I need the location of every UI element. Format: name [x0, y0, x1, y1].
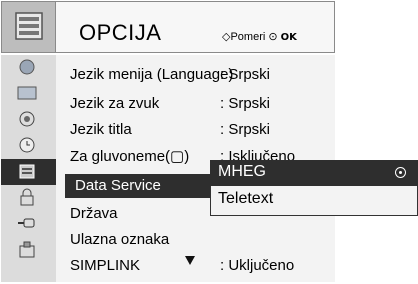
ok-icon: ⊙: [268, 31, 278, 43]
option-menu-icon: [1, 1, 56, 53]
hint-ok-label: OK: [280, 32, 297, 43]
menu-item-value: : Uključeno: [220, 257, 295, 274]
popup-option-label: MHEG: [218, 163, 266, 180]
popup-option-selected[interactable]: MHEG: [210, 160, 418, 186]
menu-item-label[interactable]: Jezik menija (Language): [70, 66, 233, 84]
sidebar-item-lock[interactable]: [1, 185, 56, 211]
lock-icon: [20, 188, 34, 206]
picture-icon: [19, 59, 35, 75]
menu-item-label[interactable]: Jezik titla: [70, 121, 132, 139]
menu-item-value: : Srpski: [220, 121, 271, 138]
tv-options-menu: OPCIJA ◇Pomeri ⊙ OK Jezik menija (Langua…: [0, 0, 418, 284]
sidebar-item-option[interactable]: [1, 159, 56, 185]
popup-option-label[interactable]: Teletext: [218, 190, 273, 208]
page-title: OPCIJA: [79, 20, 162, 45]
sidebar-item-screen[interactable]: [1, 81, 56, 107]
menu-item-value: : Srpski: [220, 95, 271, 112]
option-icon: [19, 164, 35, 179]
time-icon: [19, 137, 35, 153]
menu-item-label[interactable]: SIMPLINK: [70, 257, 140, 275]
radio-selected-icon: [395, 167, 406, 178]
sidebar-item-audio[interactable]: [1, 107, 56, 133]
audio-icon: [19, 111, 35, 127]
input-icon: [18, 218, 35, 228]
menu-item-label[interactable]: Država: [70, 205, 118, 223]
menu-item-label[interactable]: Za gluvoneme(▢): [70, 148, 189, 166]
menu-item-label[interactable]: Jezik za zvuk: [70, 95, 159, 113]
sidebar-item-picture[interactable]: [1, 55, 56, 81]
menu-icon-column: [1, 55, 56, 282]
menu-item-value: : Srpski: [220, 66, 271, 83]
sidebar-item-time[interactable]: [1, 133, 56, 159]
navigation-hint: ◇Pomeri ⊙ OK: [222, 30, 297, 43]
screen-icon: [17, 86, 37, 100]
usb-icon: [19, 241, 35, 258]
menu-item-label: Data Service: [75, 177, 161, 194]
sidebar-item-input[interactable]: [1, 211, 56, 237]
scroll-down-icon[interactable]: [185, 256, 195, 265]
hint-move-label: Pomeri: [230, 31, 266, 43]
menu-item-label[interactable]: Ulazna oznaka: [70, 231, 169, 249]
menu-item-selected[interactable]: Data Service: [65, 174, 211, 198]
sidebar-item-usb[interactable]: [1, 237, 56, 263]
